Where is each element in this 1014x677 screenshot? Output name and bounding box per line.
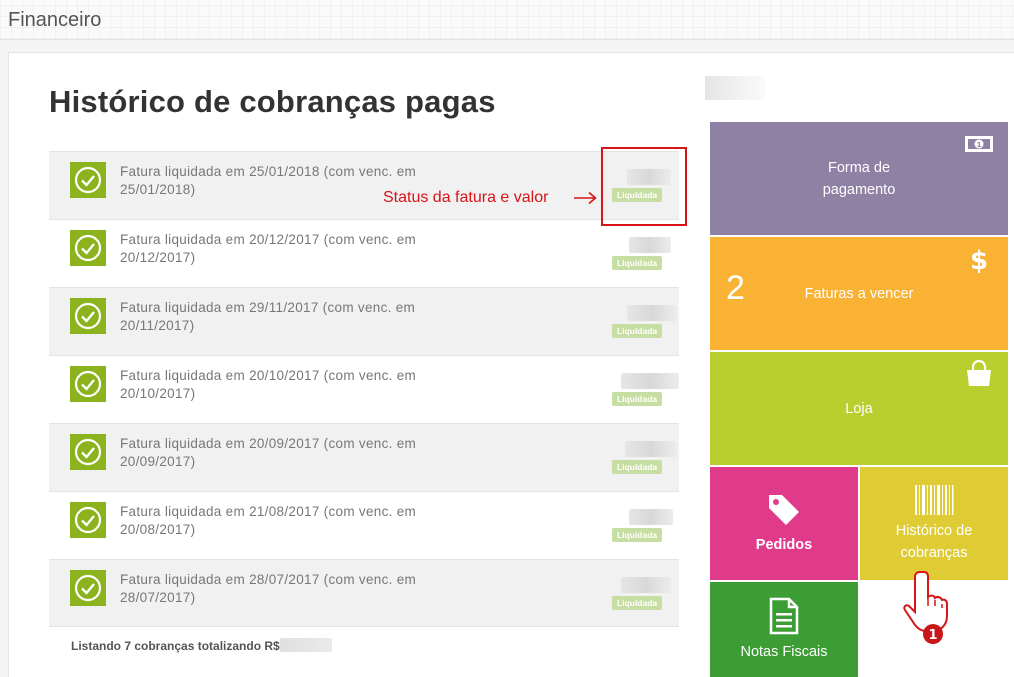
tile-label: Pedidos [755, 536, 813, 553]
check-icon [70, 162, 106, 198]
summary-amount-redacted [280, 638, 332, 652]
annotation-label: Status da fatura e valor [383, 189, 549, 206]
tile-label: Faturas a vencer [804, 285, 914, 302]
tile-label: Loja [845, 400, 873, 417]
invoice-description: Fatura liquidada em 29/11/2017 (com venc… [120, 300, 416, 333]
user-info-redacted [705, 76, 765, 100]
invoice-amount-redacted [621, 577, 671, 593]
invoice-row[interactable]: Fatura liquidada em 28/07/2017 (com venc… [49, 559, 679, 627]
page-title: Histórico de cobranças pagas [49, 84, 496, 119]
pointing-hand-icon: 1 [903, 571, 948, 644]
annotation-highlight-box [601, 147, 687, 226]
check-icon [70, 570, 106, 606]
invoices-nf-tile[interactable]: Notas Fiscais [710, 582, 858, 677]
payment-history-tile[interactable]: Histórico de cobranças [860, 467, 1008, 580]
invoice-description: Fatura liquidada em 21/08/2017 (com venc… [120, 504, 417, 537]
invoice-description: Fatura liquidada em 20/12/2017 (com venc… [120, 232, 417, 265]
invoice-amount-redacted [627, 305, 677, 321]
bills-due-tile[interactable]: 2 Faturas a vencer $ [710, 237, 1008, 350]
invoice-amount-redacted [629, 237, 671, 253]
check-icon [70, 366, 106, 402]
tile-label: pagamento [822, 181, 896, 198]
invoice-row[interactable]: Fatura liquidada em 21/08/2017 (com venc… [49, 491, 679, 559]
summary-text: Listando 7 cobranças totalizando R$ [71, 639, 280, 653]
check-icon [70, 434, 106, 470]
payment-method-tile[interactable]: Forma de pagamento 1 [710, 122, 1008, 235]
invoice-row[interactable]: Fatura liquidada em 20/12/2017 (com venc… [49, 219, 679, 287]
check-icon [70, 502, 106, 538]
orders-tile[interactable]: Pedidos [710, 467, 858, 580]
check-icon [70, 298, 106, 334]
svg-text:$: $ [970, 246, 988, 275]
invoice-row[interactable]: Fatura liquidada em 25/01/2018 (com venc… [49, 151, 679, 219]
invoice-description: Fatura liquidada em 28/07/2017 (com venc… [120, 572, 417, 605]
invoice-row[interactable]: Fatura liquidada em 20/10/2017 (com venc… [49, 355, 679, 423]
tag-icon [769, 494, 799, 525]
status-badge: Liquidada [612, 528, 663, 542]
money-icon: 1 [965, 136, 993, 152]
svg-text:1: 1 [977, 141, 982, 149]
section-title: Financeiro [8, 9, 102, 31]
tile-label: cobranças [900, 544, 968, 561]
step-marker: 1 [928, 628, 937, 643]
arrow-right-icon [574, 191, 597, 205]
invoice-description: Fatura liquidada em 20/09/2017 (com venc… [120, 436, 417, 469]
status-badge: Liquidada [612, 392, 663, 406]
tile-label: Forma de [827, 159, 891, 176]
invoice-list: Fatura liquidada em 25/01/2018 (com venc… [49, 151, 679, 627]
invoice-row[interactable]: Fatura liquidada em 29/11/2017 (com venc… [49, 287, 679, 355]
status-badge: Liquidada [612, 324, 663, 338]
store-tile[interactable]: Loja [710, 352, 1008, 465]
status-badge: Liquidada [612, 596, 663, 610]
shopping-bag-icon [967, 360, 991, 386]
tile-label: Histórico de [895, 522, 973, 539]
invoice-row[interactable]: Fatura liquidada em 20/09/2017 (com venc… [49, 423, 679, 491]
document-icon [769, 597, 799, 634]
due-count: 2 [726, 269, 745, 307]
invoice-amount-redacted [625, 441, 677, 457]
status-badge: Liquidada [612, 256, 663, 270]
invoice-amount-redacted [629, 509, 673, 525]
invoice-amount-redacted [621, 373, 679, 389]
invoice-description: Fatura liquidada em 20/10/2017 (com venc… [120, 368, 417, 401]
top-bar: Financeiro [0, 0, 1014, 40]
dollar-icon: $ [970, 246, 988, 275]
barcode-icon [915, 484, 954, 515]
status-badge: Liquidada [612, 460, 663, 474]
tile-label: Notas Fiscais [740, 643, 828, 660]
check-icon [70, 230, 106, 266]
